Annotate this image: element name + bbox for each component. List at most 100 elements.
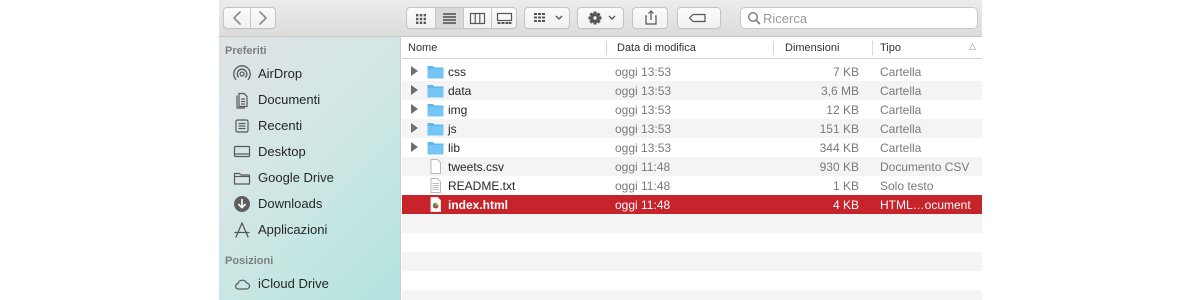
sidebar-item-airdrop[interactable]: AirDrop bbox=[219, 61, 400, 87]
file-kind: Cartella bbox=[880, 141, 922, 155]
file-name: tweets.csv bbox=[448, 160, 505, 174]
list-view-button[interactable] bbox=[436, 8, 463, 28]
folder-icon bbox=[427, 85, 444, 98]
file-size: 344 KB bbox=[819, 141, 859, 155]
group-button[interactable] bbox=[524, 7, 570, 29]
file-name: js bbox=[448, 122, 457, 136]
toolbar bbox=[219, 0, 982, 37]
folder-icon bbox=[427, 66, 444, 79]
icon-view-button[interactable] bbox=[407, 8, 435, 28]
desktop-icon bbox=[233, 145, 251, 158]
applications-icon bbox=[234, 222, 250, 238]
file-date: oggi 11:48 bbox=[615, 198, 671, 212]
table-row-selected[interactable]: index.html oggi 11:48 4 KB HTML…ocument bbox=[402, 195, 982, 214]
folder-icon bbox=[427, 142, 444, 155]
file-date: oggi 13:53 bbox=[615, 141, 672, 155]
search-field[interactable] bbox=[740, 7, 978, 29]
back-forward-control bbox=[223, 7, 276, 29]
airdrop-icon bbox=[233, 65, 251, 81]
gear-icon bbox=[588, 11, 616, 25]
html-document-icon bbox=[430, 197, 441, 212]
empty-row bbox=[402, 252, 982, 271]
file-list: Nome Data di modifica Dimensioni Tipo △ … bbox=[402, 37, 982, 300]
empty-row bbox=[402, 271, 982, 290]
table-row[interactable]: data oggi 13:53 3,6 MB Cartella bbox=[402, 81, 982, 100]
file-kind: Cartella bbox=[880, 65, 922, 79]
chevron-left-icon bbox=[233, 11, 241, 25]
sidebar-item-applicazioni[interactable]: Applicazioni bbox=[219, 217, 400, 243]
table-row[interactable]: tweets.csv oggi 11:48 930 KB Documento C… bbox=[402, 157, 982, 176]
folder-icon bbox=[233, 172, 251, 185]
file-name: index.html bbox=[448, 198, 509, 212]
sidebar-section-favorites: Preferiti bbox=[225, 45, 267, 57]
sidebar-item-label: Downloads bbox=[258, 196, 323, 211]
file-kind: Cartella bbox=[880, 122, 922, 136]
gallery-view-button[interactable] bbox=[492, 8, 517, 28]
column-headers: Nome Data di modifica Dimensioni Tipo △ bbox=[402, 37, 982, 59]
share-icon bbox=[645, 10, 657, 25]
disclosure-triangle-icon[interactable] bbox=[411, 85, 418, 95]
file-size: 4 KB bbox=[832, 198, 859, 212]
folder-icon bbox=[427, 104, 444, 117]
sidebar-item-icloud-drive[interactable]: iCloud Drive bbox=[219, 271, 400, 297]
table-row[interactable]: js oggi 13:53 151 KB Cartella bbox=[402, 119, 982, 138]
sidebar-item-recenti[interactable]: Recenti bbox=[219, 113, 400, 139]
sidebar-item-downloads[interactable]: Downloads bbox=[219, 191, 400, 217]
gallery-view-icon bbox=[496, 12, 513, 24]
text-document-icon bbox=[430, 178, 441, 193]
sidebar-item-label: Recenti bbox=[258, 118, 303, 133]
table-row[interactable]: lib oggi 13:53 344 KB Cartella bbox=[402, 138, 982, 157]
empty-row bbox=[402, 233, 982, 252]
file-date: oggi 13:53 bbox=[615, 103, 672, 117]
empty-row bbox=[402, 290, 982, 300]
column-header-name[interactable]: Nome bbox=[402, 37, 606, 59]
table-row[interactable]: README.txt oggi 11:48 1 KB Solo testo bbox=[402, 176, 982, 195]
file-date: oggi 11:48 bbox=[615, 160, 671, 174]
sidebar-item-documenti[interactable]: Documenti bbox=[219, 87, 400, 113]
column-header-size[interactable]: Dimensioni bbox=[779, 37, 872, 59]
file-size: 1 KB bbox=[832, 179, 859, 193]
sidebar-section-locations: Posizioni bbox=[225, 255, 274, 267]
file-date: oggi 13:53 bbox=[615, 65, 672, 79]
chevron-down-icon bbox=[555, 15, 563, 20]
search-input[interactable] bbox=[763, 10, 973, 26]
disclosure-triangle-icon[interactable] bbox=[411, 104, 418, 114]
column-header-kind[interactable]: Tipo bbox=[874, 37, 982, 59]
column-view-icon bbox=[469, 12, 486, 25]
search-icon bbox=[747, 11, 761, 25]
sidebar-item-desktop[interactable]: Desktop bbox=[219, 139, 400, 165]
file-date: oggi 13:53 bbox=[615, 84, 672, 98]
file-kind: Solo testo bbox=[880, 179, 934, 193]
sidebar-item-label: Documenti bbox=[258, 92, 321, 107]
documents-icon bbox=[236, 92, 248, 109]
icon-view-icon bbox=[416, 14, 426, 24]
folder-icon bbox=[427, 123, 444, 136]
file-kind: Cartella bbox=[880, 103, 922, 117]
file-date: oggi 13:53 bbox=[615, 122, 672, 136]
share-button[interactable] bbox=[632, 7, 668, 29]
table-row[interactable]: img oggi 13:53 12 KB Cartella bbox=[402, 100, 982, 119]
list-view-icon bbox=[443, 13, 456, 24]
sidebar-item-label: Google Drive bbox=[258, 170, 334, 185]
file-size: 930 KB bbox=[819, 160, 859, 174]
file-name: css bbox=[448, 65, 466, 79]
action-button[interactable] bbox=[577, 7, 624, 29]
document-icon bbox=[430, 159, 441, 174]
forward-button[interactable] bbox=[251, 8, 276, 28]
file-kind: HTML…ocument bbox=[880, 198, 971, 212]
disclosure-triangle-icon[interactable] bbox=[411, 66, 418, 76]
column-header-date[interactable]: Data di modifica bbox=[611, 37, 773, 59]
disclosure-triangle-icon[interactable] bbox=[411, 142, 418, 152]
file-size: 151 KB bbox=[819, 122, 859, 136]
recents-icon bbox=[235, 119, 249, 133]
back-button[interactable] bbox=[224, 8, 250, 28]
tag-button[interactable] bbox=[677, 7, 721, 29]
disclosure-triangle-icon[interactable] bbox=[411, 123, 418, 133]
file-size: 12 KB bbox=[826, 103, 859, 117]
tag-icon bbox=[688, 13, 706, 23]
column-view-button[interactable] bbox=[464, 8, 491, 28]
file-name: data bbox=[448, 84, 472, 98]
cloud-icon bbox=[235, 279, 251, 290]
sidebar-item-google-drive[interactable]: Google Drive bbox=[219, 165, 400, 191]
table-row[interactable]: css oggi 13:53 7 KB Cartella bbox=[402, 62, 982, 81]
